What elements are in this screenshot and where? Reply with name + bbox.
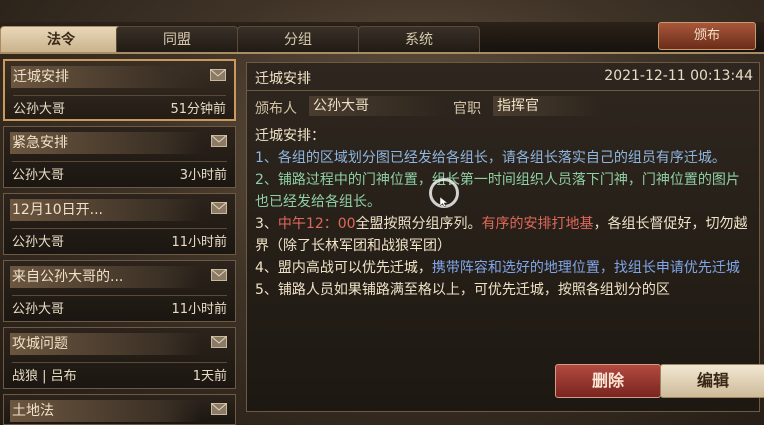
tab-system[interactable]: 系统 [358, 26, 480, 53]
mail-icon [211, 135, 227, 147]
content-text: 4、盟内高战可以优先迁城， [255, 260, 432, 276]
item-title: 来自公孙大哥的... [10, 266, 202, 288]
divider [12, 362, 227, 363]
item-title: 攻城问题 [10, 333, 202, 355]
publish-button[interactable]: 颁布 [658, 22, 756, 50]
list-item[interactable]: 紧急安排 公孙大哥 3小时前 [3, 126, 236, 188]
content-paragraph: 4、盟内高战可以优先迁城，携带阵容和选好的地理位置，找组长申请优先迁城 [255, 257, 751, 279]
publisher-label: 颁布人 [255, 101, 297, 117]
list-item[interactable]: 12月10日开... 公孙大哥 11小时前 [3, 193, 236, 255]
item-title: 12月10日开... [10, 199, 202, 221]
content-text: 3、 [255, 216, 278, 232]
content-paragraph: 2、铺路过程中的门神位置，组长第一时间组织人员落下门神，门神位置的图片也已经发给… [255, 172, 740, 210]
content-text: 有序的安排打地基 [481, 216, 594, 232]
edit-button[interactable]: 编辑 [660, 364, 764, 398]
list-item[interactable]: 来自公孙大哥的... 公孙大哥 11小时前 [3, 260, 236, 322]
tab-groups[interactable]: 分组 [237, 26, 359, 53]
content-heading: 迁城安排： [255, 128, 325, 144]
list-item[interactable]: 攻城问题 战狼 | 吕布 1天前 [3, 327, 236, 389]
content-text: 携带阵容和选好的地理位置，找组长申请优先迁城 [431, 260, 740, 276]
list-item[interactable]: 迁城安排 公孙大哥 51分钟前 [3, 59, 236, 121]
item-time: 1天前 [192, 369, 227, 384]
item-time: 11小时前 [171, 302, 227, 317]
item-time: 51分钟前 [170, 102, 226, 117]
mail-icon [211, 269, 227, 281]
detail-date: 2021-12-11 00:13:44 [604, 68, 753, 84]
content-paragraph: 5、铺路人员如果铺路满至格以上，可优先迁城，按照各组划分的区 [255, 282, 670, 298]
decree-detail-panel: 迁城安排 2021-12-11 00:13:44 颁布人 公孙大哥 官职 指挥官… [246, 62, 760, 412]
content-paragraph: 1、各组的区域划分图已经发给各组长，请各组长落实自己的组员有序迁城。 [255, 150, 726, 166]
content-paragraph: 3、中午12：00全盟按照分组序列。有序的安排打地基，各组长督促好，切勿越界（除… [255, 213, 751, 257]
tab-alliance[interactable]: 同盟 [116, 26, 238, 53]
item-time: 11小时前 [171, 235, 227, 250]
mail-icon [211, 336, 227, 348]
divider [247, 90, 759, 91]
item-time: 3小时前 [179, 168, 227, 183]
detail-title: 迁城安排 [255, 71, 311, 87]
item-author: 战狼 | 吕布 [12, 369, 77, 384]
divider [0, 52, 764, 54]
mail-icon [211, 403, 227, 415]
mail-icon [211, 202, 227, 214]
publisher-value: 公孙大哥 [309, 96, 447, 116]
item-author: 公孙大哥 [12, 168, 65, 183]
decree-list: 迁城安排 公孙大哥 51分钟前 紧急安排 公孙大哥 3小时前 12月10日开..… [0, 57, 240, 425]
delete-button[interactable]: 删除 [555, 364, 661, 398]
item-title: 紧急安排 [10, 132, 202, 154]
list-item[interactable]: 土地法 [3, 394, 236, 425]
item-author: 公孙大哥 [13, 102, 66, 117]
item-title: 迁城安排 [11, 66, 203, 88]
role-label: 官职 [453, 101, 481, 117]
content-text: 中午12：00 [277, 216, 356, 232]
item-author: 公孙大哥 [12, 235, 65, 250]
mail-icon [210, 69, 226, 81]
item-author: 公孙大哥 [12, 302, 65, 317]
role-value: 指挥官 [493, 96, 601, 116]
divider [12, 295, 227, 296]
cursor-icon [440, 197, 448, 207]
content-text: 全盟按照分组序列。 [355, 216, 482, 232]
divider [12, 161, 227, 162]
item-title: 土地法 [10, 400, 202, 422]
tab-decrees[interactable]: 法令 [0, 26, 122, 53]
divider [13, 95, 226, 96]
decree-content: 迁城安排： 1、各组的区域划分图已经发给各组长，请各组长落实自己的组员有序迁城。… [255, 125, 751, 315]
divider [12, 228, 227, 229]
